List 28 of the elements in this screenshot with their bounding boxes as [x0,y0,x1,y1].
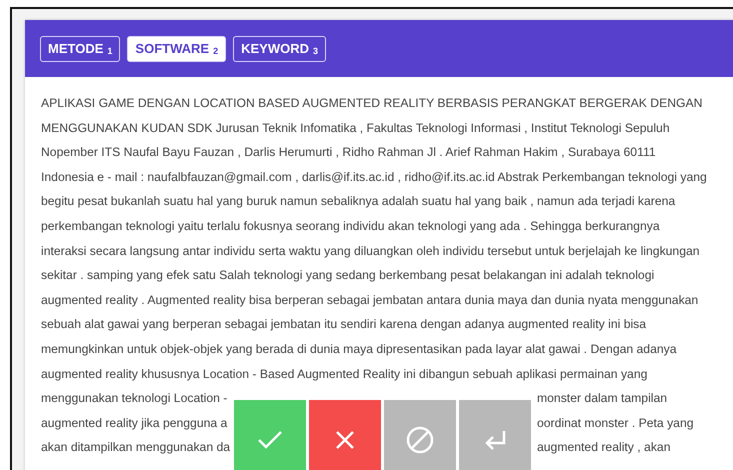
text-line: menggunakan teknologi Location - [41,390,228,408]
tab[interactable]: SOFTWARE 2 [127,36,226,62]
text-line: augmented reality . Augmented reality bisa berperan sebagai jembatan antara dunia maya dan dunia nyata menggunakan [41,292,700,309]
check-icon [257,430,283,450]
text-line: akan ditampilkan menggunakan da [41,439,232,456]
return-button[interactable] [459,400,531,470]
text-line: augmented reality jika pengguna a [41,414,228,432]
text-line: augmented reality , akan [537,439,672,456]
text-line: begitu pesat bukanlah suatu hal yang buruk namun sebaliknya adalah suatu hal yang baik , namun ada terjadi karena [41,193,676,210]
text-line: perkembangan teknologi yaitu terlalu fokusnya seorang individu akan teknologi yang ada . Sehingga berkurangnya [41,218,661,235]
text-line: interaksi secara langsung antar individu serta waktu yang diluangkan oleh individu tersebut untuk berjelajah ke lingkungan [41,242,701,260]
tab[interactable]: KEYWORD 3 [233,36,326,62]
text-line: MENGGUNAKAN KUDAN SDK Jurusan Teknik Infomatika , Fakultas Teknologi Informasi , Institut Teknologi Sepuluh [41,120,671,137]
skip-button[interactable] [384,400,456,470]
text-line: monster dalam tampilan [537,390,668,408]
text-line: Nopember ITS Naufal Bayu Fauzan , Darlis Herumurti , Ridho Rahman Jl . Arief Rahman Hakim , Surabaya 60111 [41,144,657,162]
text-line: sekitar . samping yang efek satu Salah teknologi yang sedang berkembang pesat belakangan ini adalah teknologi [41,267,656,284]
close-icon [335,430,355,450]
return-arrow-icon [483,429,507,451]
text-line: oordinat monster . Peta yang [537,414,694,432]
prohibited-icon [406,426,434,454]
reject-button[interactable] [309,400,381,470]
text-line: APLIKASI GAME DENGAN LOCATION BASED AUGMENTED REALITY BERBASIS PERANGKAT BERGERAK DENGAN [41,95,704,112]
text-line: memungkinkan untuk objek-objek yang berada di dunia maya dipresentasikan pada layar alat gawai . Dengan adanya [41,340,678,358]
text-line: sebuah alat gawai yang berperan sebagai jembatan itu sendiri karena dengan adanya augmented reality ini bisa [41,316,648,334]
tab[interactable]: METODE 1 [40,36,120,62]
text-line: augmented reality khususnya Location - Based Augmented Reality ini dibangun sebuah aplikasi permainan yang [41,366,648,383]
text-line: Indonesia e - mail : naufalbfauzan@gmail.com , darlis@if.its.ac.id , ridho@if.its.ac.id Abstrak Perkembangan teknologi yang [41,168,708,186]
